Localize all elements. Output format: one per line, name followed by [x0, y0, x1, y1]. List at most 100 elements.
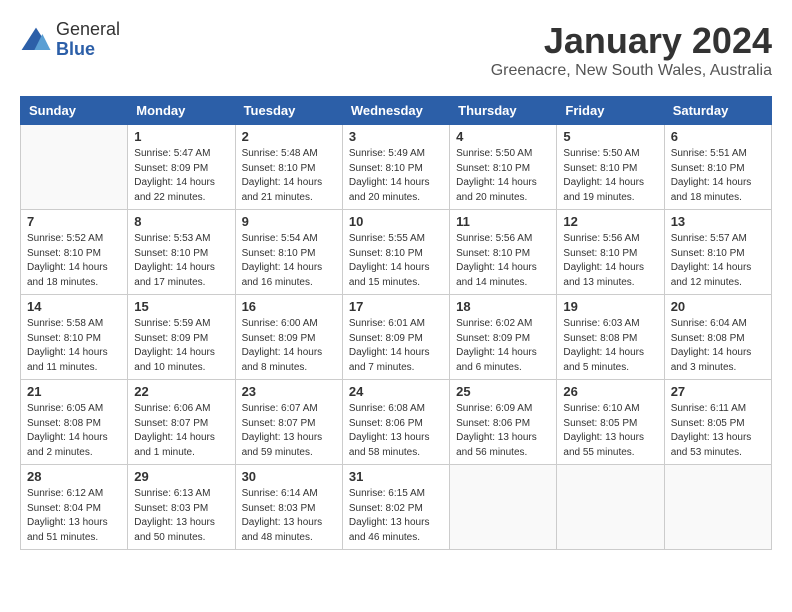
calendar-cell: 12Sunrise: 5:56 AM Sunset: 8:10 PM Dayli… [557, 210, 664, 295]
day-number: 6 [671, 129, 765, 144]
calendar-cell: 20 Sunrise: 6:04 AM Sunset: 8:08 PM Dayli… [664, 295, 771, 380]
day-number: 7 [27, 214, 121, 229]
day-number: 26 [563, 384, 657, 399]
calendar-cell: 4 Sunrise: 5:50 AM Sunset: 8:10 PM Daylig… [450, 125, 557, 210]
day-number: 2 [242, 129, 336, 144]
day-number: 3 [349, 129, 443, 144]
day-info: Sunrise: 6:03 AM Sunset: 8:08 PM Dayligh… [563, 317, 657, 375]
calendar-cell: 6Sunrise: 5:51 AM Sunset: 8:10 PM Daylig… [664, 125, 771, 210]
calendar-week-row: 28 Sunrise: 6:12 AM Sunset: 8:04 PM Dayli… [21, 465, 772, 550]
day-info: Sunrise: 6:11 AM Sunset: 8:05 PM Dayligh… [671, 402, 765, 460]
calendar-cell [664, 465, 771, 550]
logo: General Blue [20, 20, 120, 60]
day-info: Sunrise: 6:04 AM Sunset: 8:08 PM Dayligh… [671, 317, 765, 375]
day-info: Sunrise: 5:57 AM Sunset: 8:10 PM Dayligh… [671, 232, 765, 290]
calendar-cell: 23Sunrise: 6:07 AM Sunset: 8:07 PM Dayli… [235, 380, 342, 465]
day-number: 13 [671, 214, 765, 229]
day-info: Sunrise: 5:55 AM Sunset: 8:10 PM Dayligh… [349, 232, 443, 290]
calendar-cell: 2 Sunrise: 5:48 AM Sunset: 8:10 PM Daylig… [235, 125, 342, 210]
day-number: 22 [134, 384, 228, 399]
calendar-cell: 28 Sunrise: 6:12 AM Sunset: 8:04 PM Dayli… [21, 465, 128, 550]
calendar-cell: 11 Sunrise: 5:56 AM Sunset: 8:10 PM Dayli… [450, 210, 557, 295]
day-number: 28 [27, 469, 121, 484]
day-info: Sunrise: 6:12 AM Sunset: 8:04 PM Dayligh… [27, 487, 121, 545]
day-info: Sunrise: 6:09 AM Sunset: 8:06 PM Dayligh… [456, 402, 550, 460]
calendar-cell [450, 465, 557, 550]
day-info: Sunrise: 5:50 AM Sunset: 8:10 PM Dayligh… [563, 147, 657, 205]
day-number: 1 [134, 129, 228, 144]
day-info: Sunrise: 6:02 AM Sunset: 8:09 PM Dayligh… [456, 317, 550, 375]
calendar-cell: 1 Sunrise: 5:47 AM Sunset: 8:09 PM Daylig… [128, 125, 235, 210]
calendar-cell: 24 Sunrise: 6:08 AM Sunset: 8:06 PM Dayli… [342, 380, 449, 465]
calendar-cell: 15 Sunrise: 5:59 AM Sunset: 8:09 PM Dayli… [128, 295, 235, 380]
day-number: 15 [134, 299, 228, 314]
day-info: Sunrise: 5:50 AM Sunset: 8:10 PM Dayligh… [456, 147, 550, 205]
day-number: 16 [242, 299, 336, 314]
calendar-header-row: SundayMondayTuesdayWednesdayThursdayFrid… [21, 97, 772, 125]
calendar-cell: 10 Sunrise: 5:55 AM Sunset: 8:10 PM Dayli… [342, 210, 449, 295]
calendar-cell: 19 Sunrise: 6:03 AM Sunset: 8:08 PM Dayli… [557, 295, 664, 380]
day-number: 18 [456, 299, 550, 314]
logo-blue: Blue [56, 39, 95, 59]
day-info: Sunrise: 5:49 AM Sunset: 8:10 PM Dayligh… [349, 147, 443, 205]
calendar-week-row: 21Sunrise: 6:05 AM Sunset: 8:08 PM Dayli… [21, 380, 772, 465]
column-header-saturday: Saturday [664, 97, 771, 125]
calendar-cell: 5 Sunrise: 5:50 AM Sunset: 8:10 PM Daylig… [557, 125, 664, 210]
calendar-cell: 9 Sunrise: 5:54 AM Sunset: 8:10 PM Daylig… [235, 210, 342, 295]
day-number: 9 [242, 214, 336, 229]
day-number: 20 [671, 299, 765, 314]
calendar-cell: 30Sunrise: 6:14 AM Sunset: 8:03 PM Dayli… [235, 465, 342, 550]
calendar-cell: 13 Sunrise: 5:57 AM Sunset: 8:10 PM Dayli… [664, 210, 771, 295]
calendar-cell [557, 465, 664, 550]
day-number: 24 [349, 384, 443, 399]
day-number: 4 [456, 129, 550, 144]
day-info: Sunrise: 5:59 AM Sunset: 8:09 PM Dayligh… [134, 317, 228, 375]
calendar-cell [21, 125, 128, 210]
day-number: 30 [242, 469, 336, 484]
day-number: 31 [349, 469, 443, 484]
day-info: Sunrise: 6:13 AM Sunset: 8:03 PM Dayligh… [134, 487, 228, 545]
calendar-cell: 14 Sunrise: 5:58 AM Sunset: 8:10 PM Dayli… [21, 295, 128, 380]
day-info: Sunrise: 5:53 AM Sunset: 8:10 PM Dayligh… [134, 232, 228, 290]
day-info: Sunrise: 5:52 AM Sunset: 8:10 PM Dayligh… [27, 232, 121, 290]
day-info: Sunrise: 5:56 AM Sunset: 8:10 PM Dayligh… [456, 232, 550, 290]
calendar-week-row: 7 Sunrise: 5:52 AM Sunset: 8:10 PM Daylig… [21, 210, 772, 295]
page-header: General Blue January 2024 Greenacre, New… [20, 20, 772, 80]
column-header-sunday: Sunday [21, 97, 128, 125]
day-number: 17 [349, 299, 443, 314]
calendar-cell: 17 Sunrise: 6:01 AM Sunset: 8:09 PM Dayli… [342, 295, 449, 380]
calendar-cell: 18 Sunrise: 6:02 AM Sunset: 8:09 PM Dayli… [450, 295, 557, 380]
calendar-cell: 3 Sunrise: 5:49 AM Sunset: 8:10 PM Daylig… [342, 125, 449, 210]
day-info: Sunrise: 6:08 AM Sunset: 8:06 PM Dayligh… [349, 402, 443, 460]
column-header-tuesday: Tuesday [235, 97, 342, 125]
column-header-thursday: Thursday [450, 97, 557, 125]
day-number: 14 [27, 299, 121, 314]
column-header-wednesday: Wednesday [342, 97, 449, 125]
calendar-cell: 21Sunrise: 6:05 AM Sunset: 8:08 PM Dayli… [21, 380, 128, 465]
day-info: Sunrise: 6:05 AM Sunset: 8:08 PM Dayligh… [27, 402, 121, 460]
day-number: 10 [349, 214, 443, 229]
calendar-week-row: 1 Sunrise: 5:47 AM Sunset: 8:09 PM Daylig… [21, 125, 772, 210]
title-block: January 2024 Greenacre, New South Wales,… [491, 20, 772, 80]
month-title: January 2024 [491, 20, 772, 62]
calendar-cell: 27Sunrise: 6:11 AM Sunset: 8:05 PM Dayli… [664, 380, 771, 465]
calendar-cell: 8 Sunrise: 5:53 AM Sunset: 8:10 PM Daylig… [128, 210, 235, 295]
calendar-cell: 25 Sunrise: 6:09 AM Sunset: 8:06 PM Dayli… [450, 380, 557, 465]
calendar-week-row: 14 Sunrise: 5:58 AM Sunset: 8:10 PM Dayli… [21, 295, 772, 380]
calendar-cell: 26 Sunrise: 6:10 AM Sunset: 8:05 PM Dayli… [557, 380, 664, 465]
day-info: Sunrise: 6:10 AM Sunset: 8:05 PM Dayligh… [563, 402, 657, 460]
day-number: 5 [563, 129, 657, 144]
day-number: 23 [242, 384, 336, 399]
day-info: Sunrise: 5:58 AM Sunset: 8:10 PM Dayligh… [27, 317, 121, 375]
day-number: 8 [134, 214, 228, 229]
day-info: Sunrise: 5:48 AM Sunset: 8:10 PM Dayligh… [242, 147, 336, 205]
day-info: Sunrise: 5:54 AM Sunset: 8:10 PM Dayligh… [242, 232, 336, 290]
day-number: 11 [456, 214, 550, 229]
day-number: 25 [456, 384, 550, 399]
calendar-table: SundayMondayTuesdayWednesdayThursdayFrid… [20, 96, 772, 550]
day-info: Sunrise: 6:01 AM Sunset: 8:09 PM Dayligh… [349, 317, 443, 375]
day-info: Sunrise: 5:47 AM Sunset: 8:09 PM Dayligh… [134, 147, 228, 205]
calendar-cell: 31Sunrise: 6:15 AM Sunset: 8:02 PM Dayli… [342, 465, 449, 550]
location-title: Greenacre, New South Wales, Australia [491, 62, 772, 80]
day-number: 19 [563, 299, 657, 314]
